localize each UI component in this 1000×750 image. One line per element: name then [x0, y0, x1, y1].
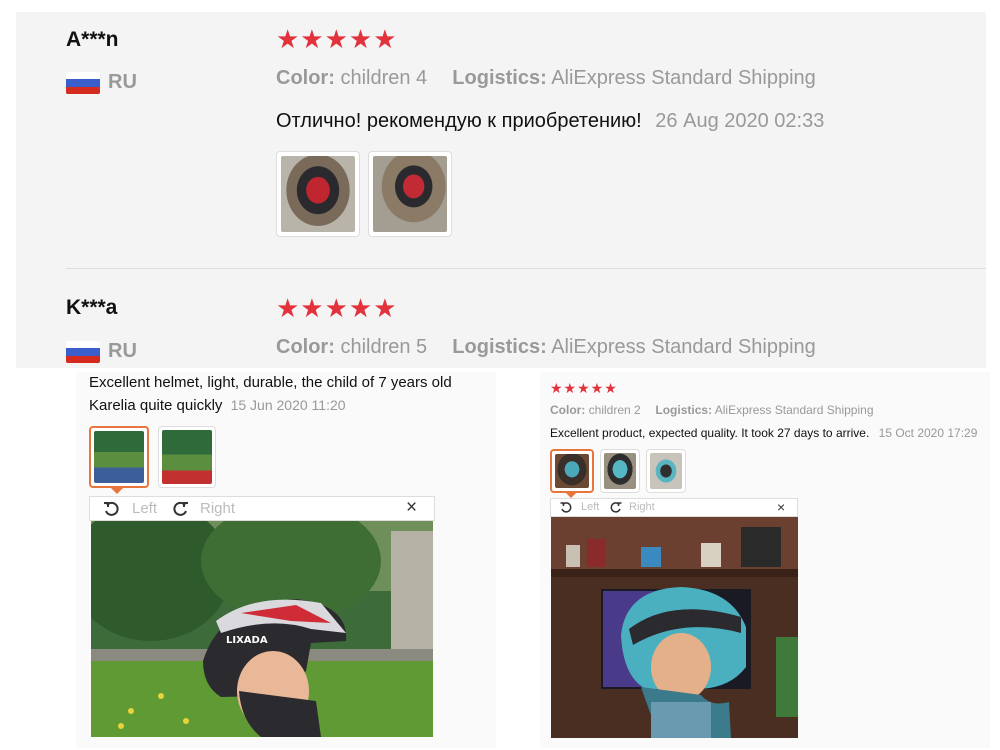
- review-text-row: Karelia quite quickly 15 Jun 2020 11:20: [89, 397, 346, 414]
- color-value: children 5: [340, 336, 428, 358]
- logistics-label: Logistics:: [655, 403, 713, 417]
- review-photo-thumb[interactable]: [158, 426, 216, 488]
- review-date: 15 Oct 2020 17:29: [878, 426, 978, 440]
- review-photo-thumb[interactable]: [368, 151, 452, 237]
- star-rating: ★★★★★: [550, 380, 618, 396]
- color-value: children 4: [340, 67, 428, 89]
- logistics-value: AliExpress Standard Shipping: [714, 403, 874, 417]
- review-photo-thumb[interactable]: [646, 449, 686, 493]
- rotate-left-icon[interactable]: [559, 500, 574, 515]
- logistics-value: AliExpress Standard Shipping: [551, 67, 816, 89]
- active-thumb-pointer: [110, 487, 124, 494]
- logistics-value: AliExpress Standard Shipping: [551, 336, 816, 358]
- helmet-photo: [281, 156, 355, 232]
- rotate-right-icon[interactable]: [170, 499, 190, 519]
- rotate-right-button[interactable]: Right: [629, 501, 655, 513]
- rotate-left-button[interactable]: Left: [581, 501, 599, 513]
- child-photo: [650, 453, 682, 489]
- review-text-row: Отлично! рекомендую к приобретению! 26 A…: [276, 110, 824, 133]
- review-divider: [66, 268, 986, 269]
- review-photo-large: [551, 517, 798, 738]
- logistics-label: Logistics:: [452, 336, 547, 358]
- logistics-label: Logistics:: [452, 67, 547, 89]
- review-date: 26 Aug 2020 02:33: [655, 110, 825, 132]
- review-text-line: Excellent helmet, light, durable, the ch…: [89, 374, 452, 390]
- rotate-left-button[interactable]: Left: [132, 500, 157, 517]
- review-photo-large: LIXADA: [91, 521, 433, 737]
- reviewer-name: K***a: [66, 296, 118, 319]
- helmet-photo: [373, 156, 447, 232]
- review-date: 15 Jun 2020 11:20: [230, 397, 346, 413]
- reviews-panel-top: [16, 12, 986, 368]
- color-label: Color:: [276, 336, 335, 358]
- close-icon[interactable]: ×: [777, 499, 785, 515]
- child-photo: [555, 454, 589, 488]
- photo-viewer-toolbar: Left Right ×: [89, 496, 435, 521]
- rotate-right-button[interactable]: Right: [200, 500, 235, 517]
- review-meta: Color: children 2 Logistics: AliExpress …: [550, 403, 874, 417]
- flag-ru-icon: [66, 72, 100, 94]
- rotate-right-icon[interactable]: [608, 500, 623, 515]
- review-text-line: Karelia quite quickly: [89, 397, 223, 414]
- child-photo: [604, 453, 636, 489]
- flag-ru-icon: [66, 341, 100, 363]
- review-photo-thumb[interactable]: [89, 426, 149, 488]
- color-value: children 2: [588, 403, 641, 417]
- color-label: Color:: [550, 403, 586, 417]
- rotate-left-icon[interactable]: [102, 499, 122, 519]
- review-text: Excellent product, expected quality. It …: [550, 426, 870, 440]
- child-photo: [162, 430, 212, 484]
- helmet-brand-text: LIXADA: [226, 635, 268, 646]
- close-icon[interactable]: ×: [406, 497, 417, 519]
- reviewer-country: RU: [108, 340, 137, 362]
- review-text-row: Excellent product, expected quality. It …: [550, 426, 977, 440]
- review-meta: Color: children 4 Logistics: AliExpress …: [276, 67, 816, 90]
- review-photo-thumb[interactable]: [600, 449, 640, 493]
- review-text: Отлично! рекомендую к приобретению!: [276, 110, 642, 132]
- child-photo: [94, 431, 144, 483]
- star-rating: ★★★★★: [276, 24, 398, 54]
- color-label: Color:: [276, 67, 335, 89]
- review-photo-thumb[interactable]: [276, 151, 360, 237]
- reviewer-country: RU: [108, 71, 137, 93]
- star-rating: ★★★★★: [276, 293, 398, 323]
- reviewer-name: A***n: [66, 28, 119, 51]
- review-photo-thumb[interactable]: [550, 449, 594, 493]
- review-meta: Color: children 5 Logistics: AliExpress …: [276, 336, 816, 359]
- photo-viewer-toolbar: Left Right ×: [550, 498, 798, 517]
